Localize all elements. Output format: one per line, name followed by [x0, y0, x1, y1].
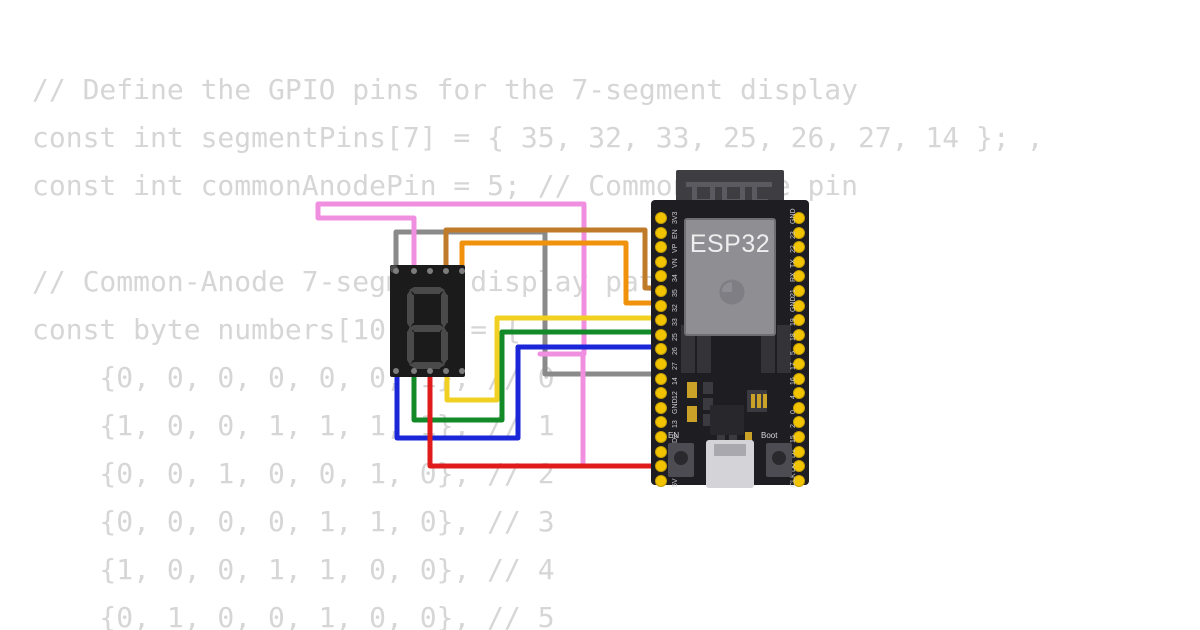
esp32-pin-14[interactable]: [655, 372, 667, 385]
esp32-pin-label-19: 19: [790, 318, 797, 327]
esp32-pin-label-5v: 5V: [672, 478, 679, 487]
esp32-pin-label-25: 25: [672, 333, 679, 341]
esp32-pin-3v3[interactable]: [655, 212, 667, 224]
segment-c-icon: [441, 327, 448, 365]
display-pin-bottom-2[interactable]: [411, 368, 417, 374]
esp32-pin-label-22: 22: [790, 245, 797, 254]
display-pin-top-3[interactable]: [427, 268, 433, 274]
esp32-pin-label-4: 4: [790, 395, 797, 400]
usb-uart-chip: [710, 405, 744, 435]
wifi-logo-icon: ◕: [719, 264, 745, 313]
seven-segment-display[interactable]: [390, 265, 465, 377]
display-pin-bottom-1[interactable]: [393, 368, 399, 374]
esp32-pin-label-13: 13: [672, 420, 679, 429]
esp32-pin-label-26: 26: [672, 347, 679, 356]
micro-usb-connector[interactable]: [706, 440, 754, 488]
esp32-pin-label-27: 27: [672, 362, 679, 370]
display-pin-top-1[interactable]: [393, 268, 399, 274]
segment-f-icon: [407, 290, 414, 328]
display-pin-top-2[interactable]: [411, 268, 417, 274]
esp32-pin-label-2: 2: [790, 424, 797, 429]
esp32-pin-label-18: 18: [790, 333, 797, 341]
esp32-pin-label-14: 14: [672, 376, 679, 385]
esp32-pin-label-rx: RX: [790, 272, 797, 283]
esp32-pin-label-vn: VN: [672, 258, 679, 268]
esp32-pin-d3[interactable]: [655, 445, 667, 458]
en-button-label: EN: [668, 431, 680, 440]
esp32-pin-label-16: 16: [790, 376, 797, 385]
esp32-pin-gnd[interactable]: [655, 401, 667, 414]
esp32-pin-vn[interactable]: [655, 255, 667, 268]
segment-b-icon: [441, 290, 448, 328]
esp32-pin-label-5: 5: [790, 351, 797, 356]
wokwi-simulator-canvas: // Define the GPIO pins for the 7-segmen…: [0, 0, 1200, 630]
esp32-pin-label-3v3: 3V3: [672, 211, 679, 224]
segment-a-icon: [409, 287, 445, 294]
esp32-pin-label-vp: VP: [672, 243, 679, 254]
en-button[interactable]: [668, 443, 694, 477]
esp32-pin-35[interactable]: [655, 285, 667, 297]
display-pin-top-4[interactable]: [443, 268, 449, 274]
display-pin-bottom-3[interactable]: [427, 368, 433, 374]
boot-button-label: Boot: [761, 431, 778, 440]
esp32-pin-label-gnd: GND: [672, 398, 679, 414]
segment-g-icon: [409, 325, 445, 332]
display-pin-bottom-5[interactable]: [459, 368, 465, 374]
esp32-pin-label-gnd: GND: [790, 208, 797, 224]
esp32-pin-label-35: 35: [672, 289, 679, 297]
esp32-pin-label-17: 17: [790, 362, 797, 370]
esp32-pin-label-0: 0: [790, 409, 797, 414]
esp32-pin-label-15: 15: [790, 435, 797, 443]
esp32-pin-label-34: 34: [672, 274, 679, 283]
esp32-pin-25[interactable]: [655, 328, 667, 341]
esp32-pin-label-33: 33: [672, 318, 679, 327]
esp32-pin-label-32: 32: [672, 303, 679, 312]
esp32-pin-label-gnd: GND: [790, 296, 797, 312]
esp32-pin-label-23: 23: [790, 230, 797, 239]
esp32-pin-32[interactable]: [655, 299, 667, 312]
segment-e-icon: [407, 327, 414, 365]
boot-button[interactable]: [766, 443, 792, 477]
esp32-pin-27[interactable]: [655, 358, 667, 370]
esp32-pin-en[interactable]: [655, 226, 667, 239]
esp32-module-can: ESP32 ◕: [684, 218, 776, 336]
esp32-pin-label-tx: TX: [790, 258, 797, 268]
display-pin-bottom-4[interactable]: [443, 368, 449, 374]
display-pin-top-5[interactable]: [459, 268, 465, 274]
esp32-pin-d2[interactable]: [655, 431, 667, 443]
esp32-pin-5v[interactable]: [655, 474, 667, 487]
wiring-diagram: [315, 201, 658, 469]
esp32-pin-label-en: EN: [672, 228, 679, 239]
wire-segment-b[interactable]: [459, 240, 658, 306]
board-name-label: ESP32: [689, 230, 771, 258]
